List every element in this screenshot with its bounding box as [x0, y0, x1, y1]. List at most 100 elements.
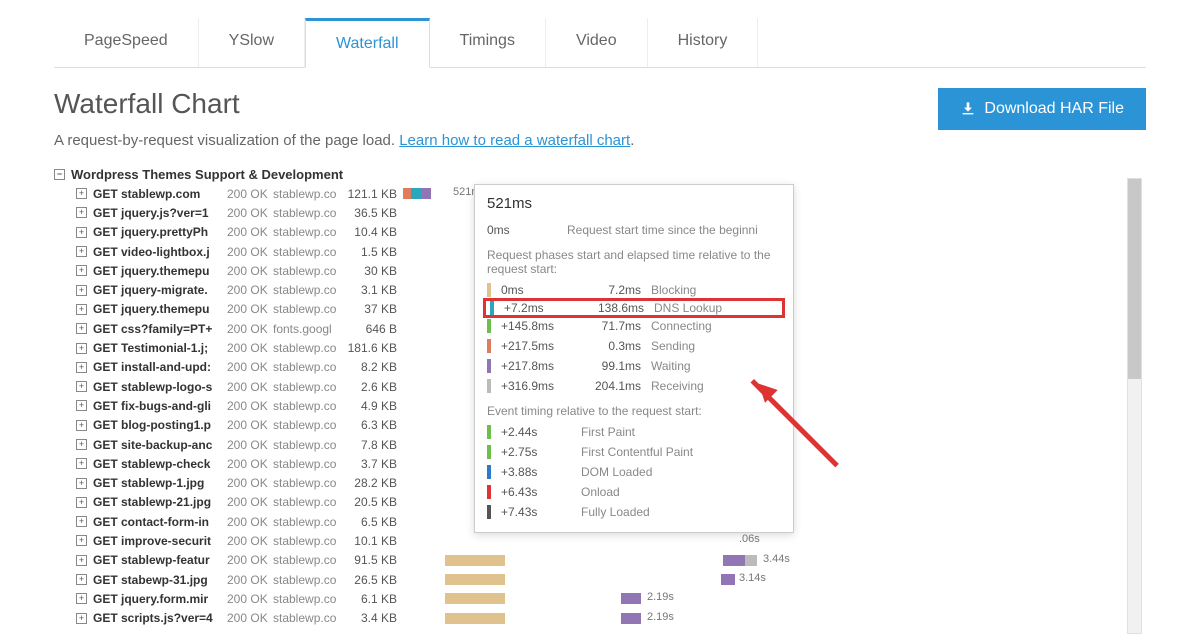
expand-icon[interactable]: + [76, 381, 87, 392]
request-name: GET install-and-upd: [87, 360, 227, 374]
request-size: 91.5 KB [347, 553, 403, 567]
request-name: GET stablewp-logo-s [87, 380, 227, 394]
request-size: 3.1 KB [347, 283, 403, 297]
request-domain: stablewp.co [273, 592, 347, 606]
request-size: 646 B [347, 322, 403, 336]
status-code: 200 OK [227, 225, 273, 239]
request-size: 26.5 KB [347, 573, 403, 587]
expand-icon[interactable]: + [76, 207, 87, 218]
request-domain: stablewp.co [273, 302, 347, 316]
request-size: 4.9 KB [347, 399, 403, 413]
download-icon [960, 101, 976, 117]
status-code: 200 OK [227, 341, 273, 355]
request-size: 28.2 KB [347, 476, 403, 490]
request-domain: stablewp.co [273, 399, 347, 413]
expand-icon[interactable]: + [76, 304, 87, 315]
request-name: GET fix-bugs-and-gli [87, 399, 227, 413]
timing-bars: .06s [403, 531, 1146, 550]
vertical-scrollbar[interactable] [1127, 178, 1142, 634]
request-name: GET jquery.js?ver=1 [87, 206, 227, 220]
request-name: GET blog-posting1.p [87, 418, 227, 432]
expand-icon[interactable]: + [76, 439, 87, 450]
expand-icon[interactable]: + [76, 458, 87, 469]
status-code: 200 OK [227, 438, 273, 452]
request-domain: stablewp.co [273, 515, 347, 529]
expand-icon[interactable]: + [76, 323, 87, 334]
tab-pagespeed[interactable]: PageSpeed [54, 18, 199, 67]
request-domain: stablewp.co [273, 457, 347, 471]
status-code: 200 OK [227, 476, 273, 490]
request-name: GET jquery.prettyPh [87, 225, 227, 239]
request-size: 37 KB [347, 302, 403, 316]
request-size: 6.5 KB [347, 515, 403, 529]
request-name: GET css?family=PT+ [87, 322, 227, 336]
tab-waterfall[interactable]: Waterfall [305, 18, 430, 68]
expand-icon[interactable]: + [76, 516, 87, 527]
request-name: GET stablewp-check [87, 457, 227, 471]
expand-icon[interactable]: + [76, 188, 87, 199]
expand-icon[interactable]: + [76, 265, 87, 276]
request-size: 6.1 KB [347, 592, 403, 606]
status-code: 200 OK [227, 515, 273, 529]
scrollbar-thumb[interactable] [1128, 179, 1141, 379]
download-har-button[interactable]: Download HAR File [938, 88, 1146, 130]
request-name: GET jquery.themepu [87, 302, 227, 316]
request-size: 1.5 KB [347, 245, 403, 259]
request-size: 30 KB [347, 264, 403, 278]
expand-icon[interactable]: + [76, 574, 87, 585]
tab-yslow[interactable]: YSlow [199, 18, 305, 67]
expand-icon[interactable]: + [76, 400, 87, 411]
expand-icon[interactable]: + [76, 420, 87, 431]
request-size: 36.5 KB [347, 206, 403, 220]
request-domain: stablewp.co [273, 476, 347, 490]
request-domain: stablewp.co [273, 360, 347, 374]
tree-root[interactable]: − Wordpress Themes Support & Development [54, 167, 1146, 182]
learn-more-link[interactable]: Learn how to read a waterfall chart [399, 132, 630, 149]
status-code: 200 OK [227, 360, 273, 374]
status-code: 200 OK [227, 380, 273, 394]
expand-icon[interactable]: + [76, 593, 87, 604]
expand-icon[interactable]: + [76, 227, 87, 238]
table-row[interactable]: +GET scripts.js?ver=4200 OKstablewp.co3.… [54, 609, 1146, 628]
request-name: GET site-backup-anc [87, 438, 227, 452]
tab-timings[interactable]: Timings [430, 18, 546, 67]
status-code: 200 OK [227, 534, 273, 548]
request-domain: stablewp.co [273, 380, 347, 394]
expand-icon[interactable]: + [76, 555, 87, 566]
request-name: GET scripts.js?ver=4 [87, 611, 227, 625]
status-code: 200 OK [227, 245, 273, 259]
expand-icon[interactable]: + [76, 535, 87, 546]
tab-history[interactable]: History [648, 18, 759, 67]
table-row[interactable]: +GET stablewp-featur200 OKstablewp.co91.… [54, 551, 1146, 570]
request-size: 181.6 KB [347, 341, 403, 355]
request-domain: stablewp.co [273, 283, 347, 297]
table-row[interactable]: +GET jquery.form.mir200 OKstablewp.co6.1… [54, 589, 1146, 608]
tab-video[interactable]: Video [546, 18, 648, 67]
timing-bars: 2.19s [403, 589, 1146, 608]
expand-icon[interactable]: + [76, 343, 87, 354]
status-code: 200 OK [227, 283, 273, 297]
request-domain: stablewp.co [273, 264, 347, 278]
request-name: GET jquery-migrate. [87, 283, 227, 297]
expand-icon[interactable]: + [76, 362, 87, 373]
status-code: 200 OK [227, 302, 273, 316]
table-row[interactable]: +GET stabewp-31.jpg200 OKstablewp.co26.5… [54, 570, 1146, 589]
request-detail-tooltip: 521ms 0ms Request start time since the b… [474, 184, 794, 533]
request-size: 121.1 KB [347, 187, 403, 201]
page-subtitle: A request-by-request visualization of th… [54, 132, 634, 149]
collapse-icon[interactable]: − [54, 169, 65, 180]
request-size: 2.6 KB [347, 380, 403, 394]
expand-icon[interactable]: + [76, 478, 87, 489]
expand-icon[interactable]: + [76, 285, 87, 296]
expand-icon[interactable]: + [76, 613, 87, 624]
expand-icon[interactable]: + [76, 497, 87, 508]
request-name: GET video-lightbox.j [87, 245, 227, 259]
expand-icon[interactable]: + [76, 246, 87, 257]
status-code: 200 OK [227, 553, 273, 567]
timing-bars: 2.19s [403, 609, 1146, 628]
request-domain: stablewp.co [273, 534, 347, 548]
status-code: 200 OK [227, 264, 273, 278]
request-name: GET stablewp-1.jpg [87, 476, 227, 490]
request-name: GET stablewp-featur [87, 553, 227, 567]
table-row[interactable]: +GET improve-securit200 OKstablewp.co10.… [54, 531, 1146, 550]
